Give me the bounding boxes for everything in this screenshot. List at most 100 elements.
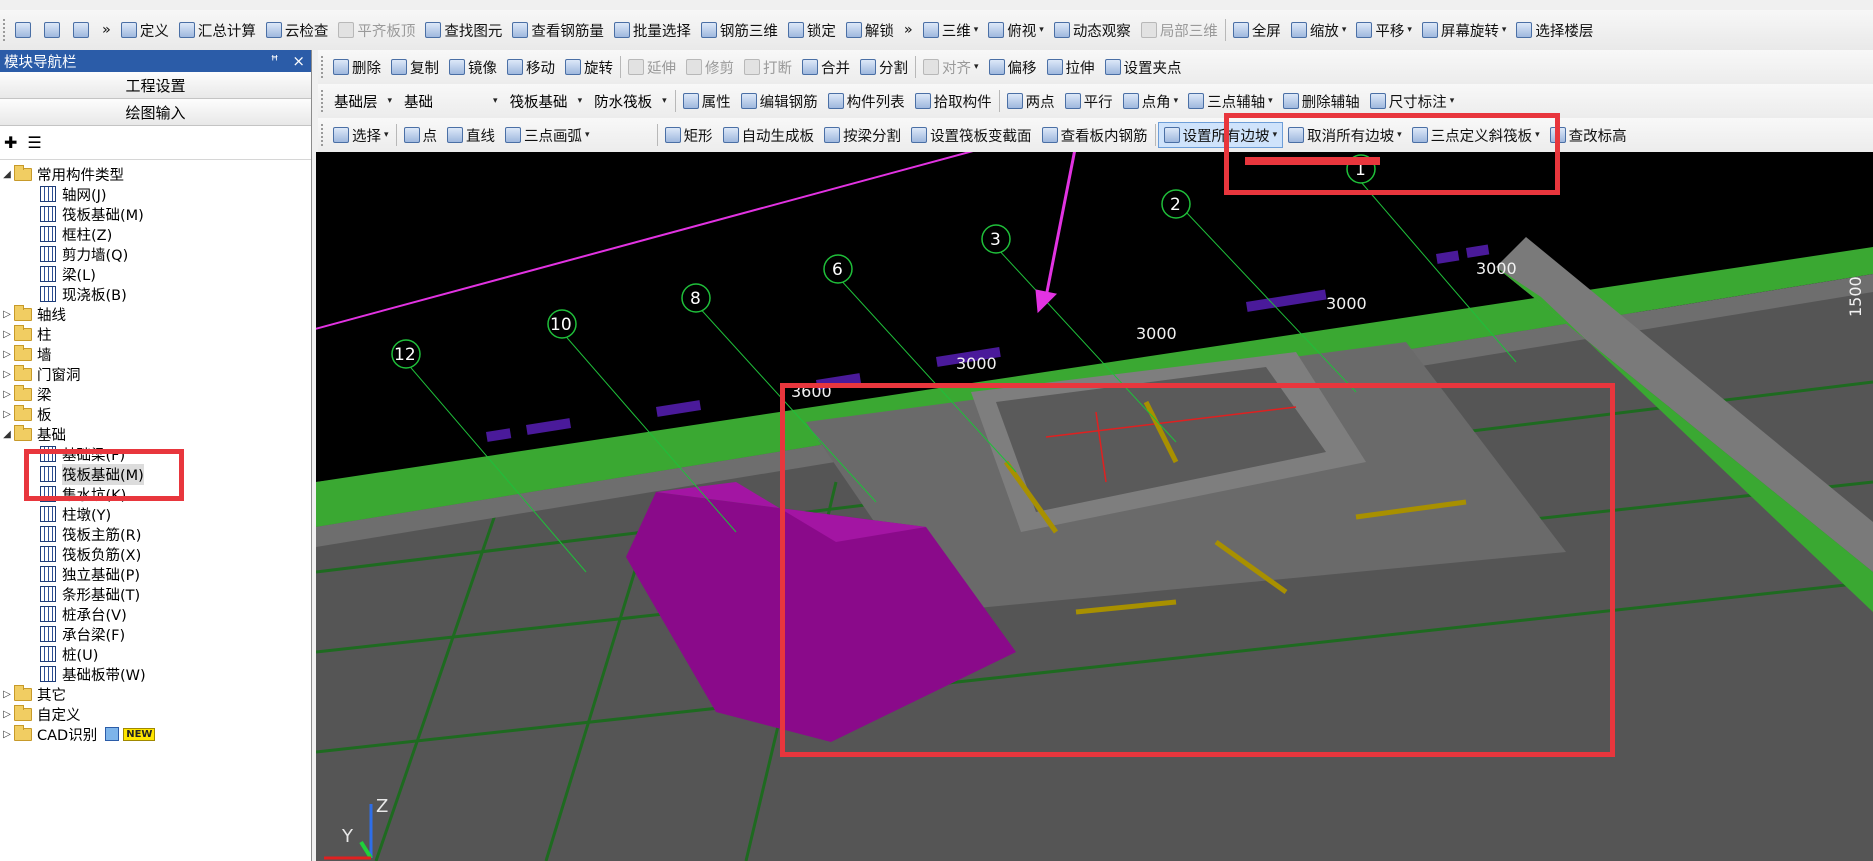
toolbar-grip[interactable] (3, 19, 7, 41)
save-button[interactable] (39, 10, 68, 50)
toolbar-button[interactable]: 删除辅轴 (1278, 84, 1365, 118)
toolbar-button[interactable]: 查改标高 (1545, 118, 1632, 152)
tree-item[interactable]: 条形基础(T) (0, 584, 311, 604)
toolbar-button[interactable]: 拾取构件 (910, 84, 997, 118)
tree-item[interactable]: 基础梁(F) (0, 444, 311, 464)
toolbar-button[interactable]: 局部三维 (1136, 10, 1223, 50)
toolbar-button[interactable]: 复制 (386, 50, 444, 84)
tree-folder[interactable]: ▷ 自定义 (0, 704, 311, 724)
chevron-down-icon[interactable]: ▾ (974, 25, 979, 35)
tree-folder[interactable]: ▷ 墙 (0, 344, 311, 364)
toolbar-button[interactable]: 旋转 (560, 50, 618, 84)
chevron-down-icon[interactable]: ▾ (388, 96, 393, 106)
toolbar-button[interactable]: 缩放 ▾ (1286, 10, 1352, 50)
tree-item[interactable]: 承台梁(F) (0, 624, 311, 644)
toolbar-button[interactable]: 查看钢筋量 (507, 10, 609, 50)
tree-folder[interactable]: ▷ 板 (0, 404, 311, 424)
member-dropdown[interactable]: 防水筏板 ▾ (588, 84, 673, 118)
toolbar-button[interactable]: 查找图元 (420, 10, 507, 50)
tree-folder[interactable]: ◢ 基础 (0, 424, 311, 444)
tree-folder[interactable]: ◢ 常用构件类型 (0, 164, 311, 184)
category-dropdown[interactable]: 基础 ▾ (398, 84, 504, 118)
toolbar-grip[interactable] (321, 124, 325, 146)
toolbar-button[interactable]: 屏幕旋转 ▾ (1417, 10, 1512, 50)
toolbar-button[interactable]: 编辑钢筋 (736, 84, 823, 118)
toolbar-button[interactable]: 点角 ▾ (1118, 84, 1184, 118)
3d-viewport[interactable]: 1 2 3 6 8 10 12 3600 3000 3000 3000 3000… (316, 152, 1873, 861)
collapse-icon[interactable]: ◢ (0, 429, 14, 440)
tree-item[interactable]: 轴网(J) (0, 184, 311, 204)
collapse-icon[interactable]: ◢ (0, 169, 14, 180)
chevron-down-icon[interactable]: ▾ (1039, 25, 1044, 35)
tree-item[interactable]: 筏板负筋(X) (0, 544, 311, 564)
toolbar-button[interactable]: 定义 (116, 10, 174, 50)
tree-item[interactable]: 筏板基础(M) (0, 463, 311, 485)
toolbar-button[interactable]: 拉伸 (1042, 50, 1100, 84)
toolbar-button[interactable]: 俯视 ▾ (983, 10, 1049, 50)
tree-item[interactable]: 桩承台(V) (0, 604, 311, 624)
tree-folder[interactable]: ▷ 门窗洞 (0, 364, 311, 384)
toolbar-button[interactable]: 两点 (1002, 84, 1060, 118)
toolbar-button[interactable]: 对齐 ▾ (918, 50, 984, 84)
toolbar-button[interactable]: 构件列表 (823, 84, 910, 118)
toolbar-button[interactable]: 分割 (855, 50, 913, 84)
toolbar-button[interactable]: 设置筏板变截面 (906, 118, 1037, 152)
tree-item[interactable]: 筏板基础(M) (0, 204, 311, 224)
toolbar-button[interactable]: 打断 (739, 50, 797, 84)
toolbar-button[interactable]: 汇总计算 (174, 10, 261, 50)
chevron-down-icon[interactable]: ▾ (493, 96, 498, 106)
toolbar-button[interactable]: 合并 (797, 50, 855, 84)
expand-icon[interactable]: ▷ (0, 309, 14, 320)
chevron-down-icon[interactable]: ▾ (1273, 130, 1278, 140)
toolbar-button[interactable]: 平行 (1060, 84, 1118, 118)
chevron-down-icon[interactable]: ▾ (1268, 96, 1273, 106)
tree-item[interactable]: 现浇板(B) (0, 284, 311, 304)
drawing-input-button[interactable]: 绘图输入 (0, 99, 311, 126)
toolbar-button[interactable]: 选择 ▾ (328, 118, 394, 152)
pin-icon[interactable]: ꟸ (271, 54, 279, 69)
toolbar-button[interactable]: 尺寸标注 ▾ (1365, 84, 1460, 118)
toolbar-button[interactable]: 三点画弧 ▾ (500, 118, 595, 152)
chevron-down-icon[interactable]: ▾ (1174, 96, 1179, 106)
toolbar-button[interactable]: 平齐板顶 (333, 10, 420, 50)
chevron-down-icon[interactable]: ▾ (1450, 96, 1455, 106)
chevron-down-icon[interactable]: ▾ (1342, 25, 1347, 35)
expand-icon[interactable]: ▷ (0, 729, 14, 740)
chevron-down-icon[interactable]: ▾ (1397, 130, 1402, 140)
toolbar-button[interactable]: 镜像 (444, 50, 502, 84)
tree-folder[interactable]: ▷ 其它 (0, 684, 311, 704)
tree-item[interactable]: 剪力墙(Q) (0, 244, 311, 264)
expand-icon[interactable]: ▷ (0, 329, 14, 340)
chevron-down-icon[interactable]: ▾ (662, 96, 667, 106)
chevron-down-icon[interactable]: ▾ (578, 96, 583, 106)
toolbar-button[interactable]: 查看板内钢筋 (1037, 118, 1153, 152)
type-dropdown[interactable]: 筏板基础 ▾ (504, 84, 589, 118)
chevron-down-icon[interactable]: ▾ (384, 130, 389, 140)
toolbar-button[interactable]: 移动 (502, 50, 560, 84)
chevron-down-icon[interactable]: ▾ (1502, 25, 1507, 35)
tree-item[interactable]: 桩(U) (0, 644, 311, 664)
toolbar-button[interactable]: 取消所有边坡 ▾ (1283, 118, 1407, 152)
toolbar-overflow-button[interactable]: » (899, 10, 918, 50)
project-settings-button[interactable]: 工程设置 (0, 72, 311, 99)
toolbar-overflow-button[interactable]: » (97, 10, 116, 50)
expand-icon[interactable]: ▷ (0, 409, 14, 420)
toolbar-button[interactable]: 平移 ▾ (1351, 10, 1417, 50)
toolbar-button[interactable]: 设置夹点 (1100, 50, 1187, 84)
expand-icon[interactable]: ▷ (0, 369, 14, 380)
expand-icon[interactable]: ▷ (0, 349, 14, 360)
tree-item[interactable]: 筏板主筋(R) (0, 524, 311, 544)
toolbar-button[interactable]: 解锁 (841, 10, 899, 50)
chevron-down-icon[interactable]: ▾ (1535, 130, 1540, 140)
toolbar-button[interactable]: 点 (399, 118, 443, 152)
layer-dropdown[interactable]: 基础层 ▾ (328, 84, 398, 118)
toolbar-button[interactable]: 设置所有边坡 ▾ (1157, 122, 1284, 148)
close-icon[interactable]: × (292, 52, 305, 70)
toolbar-button[interactable]: 三维 ▾ (918, 10, 984, 50)
toolbar-button[interactable]: 偏移 (984, 50, 1042, 84)
toolbar-button[interactable]: 矩形 (660, 118, 718, 152)
undo-button[interactable] (68, 10, 97, 50)
expand-all-icon[interactable]: ✚ (4, 133, 17, 152)
toolbar-button[interactable]: 动态观察 (1049, 10, 1136, 50)
toolbar-button[interactable]: 三点定义斜筏板 ▾ (1407, 118, 1545, 152)
